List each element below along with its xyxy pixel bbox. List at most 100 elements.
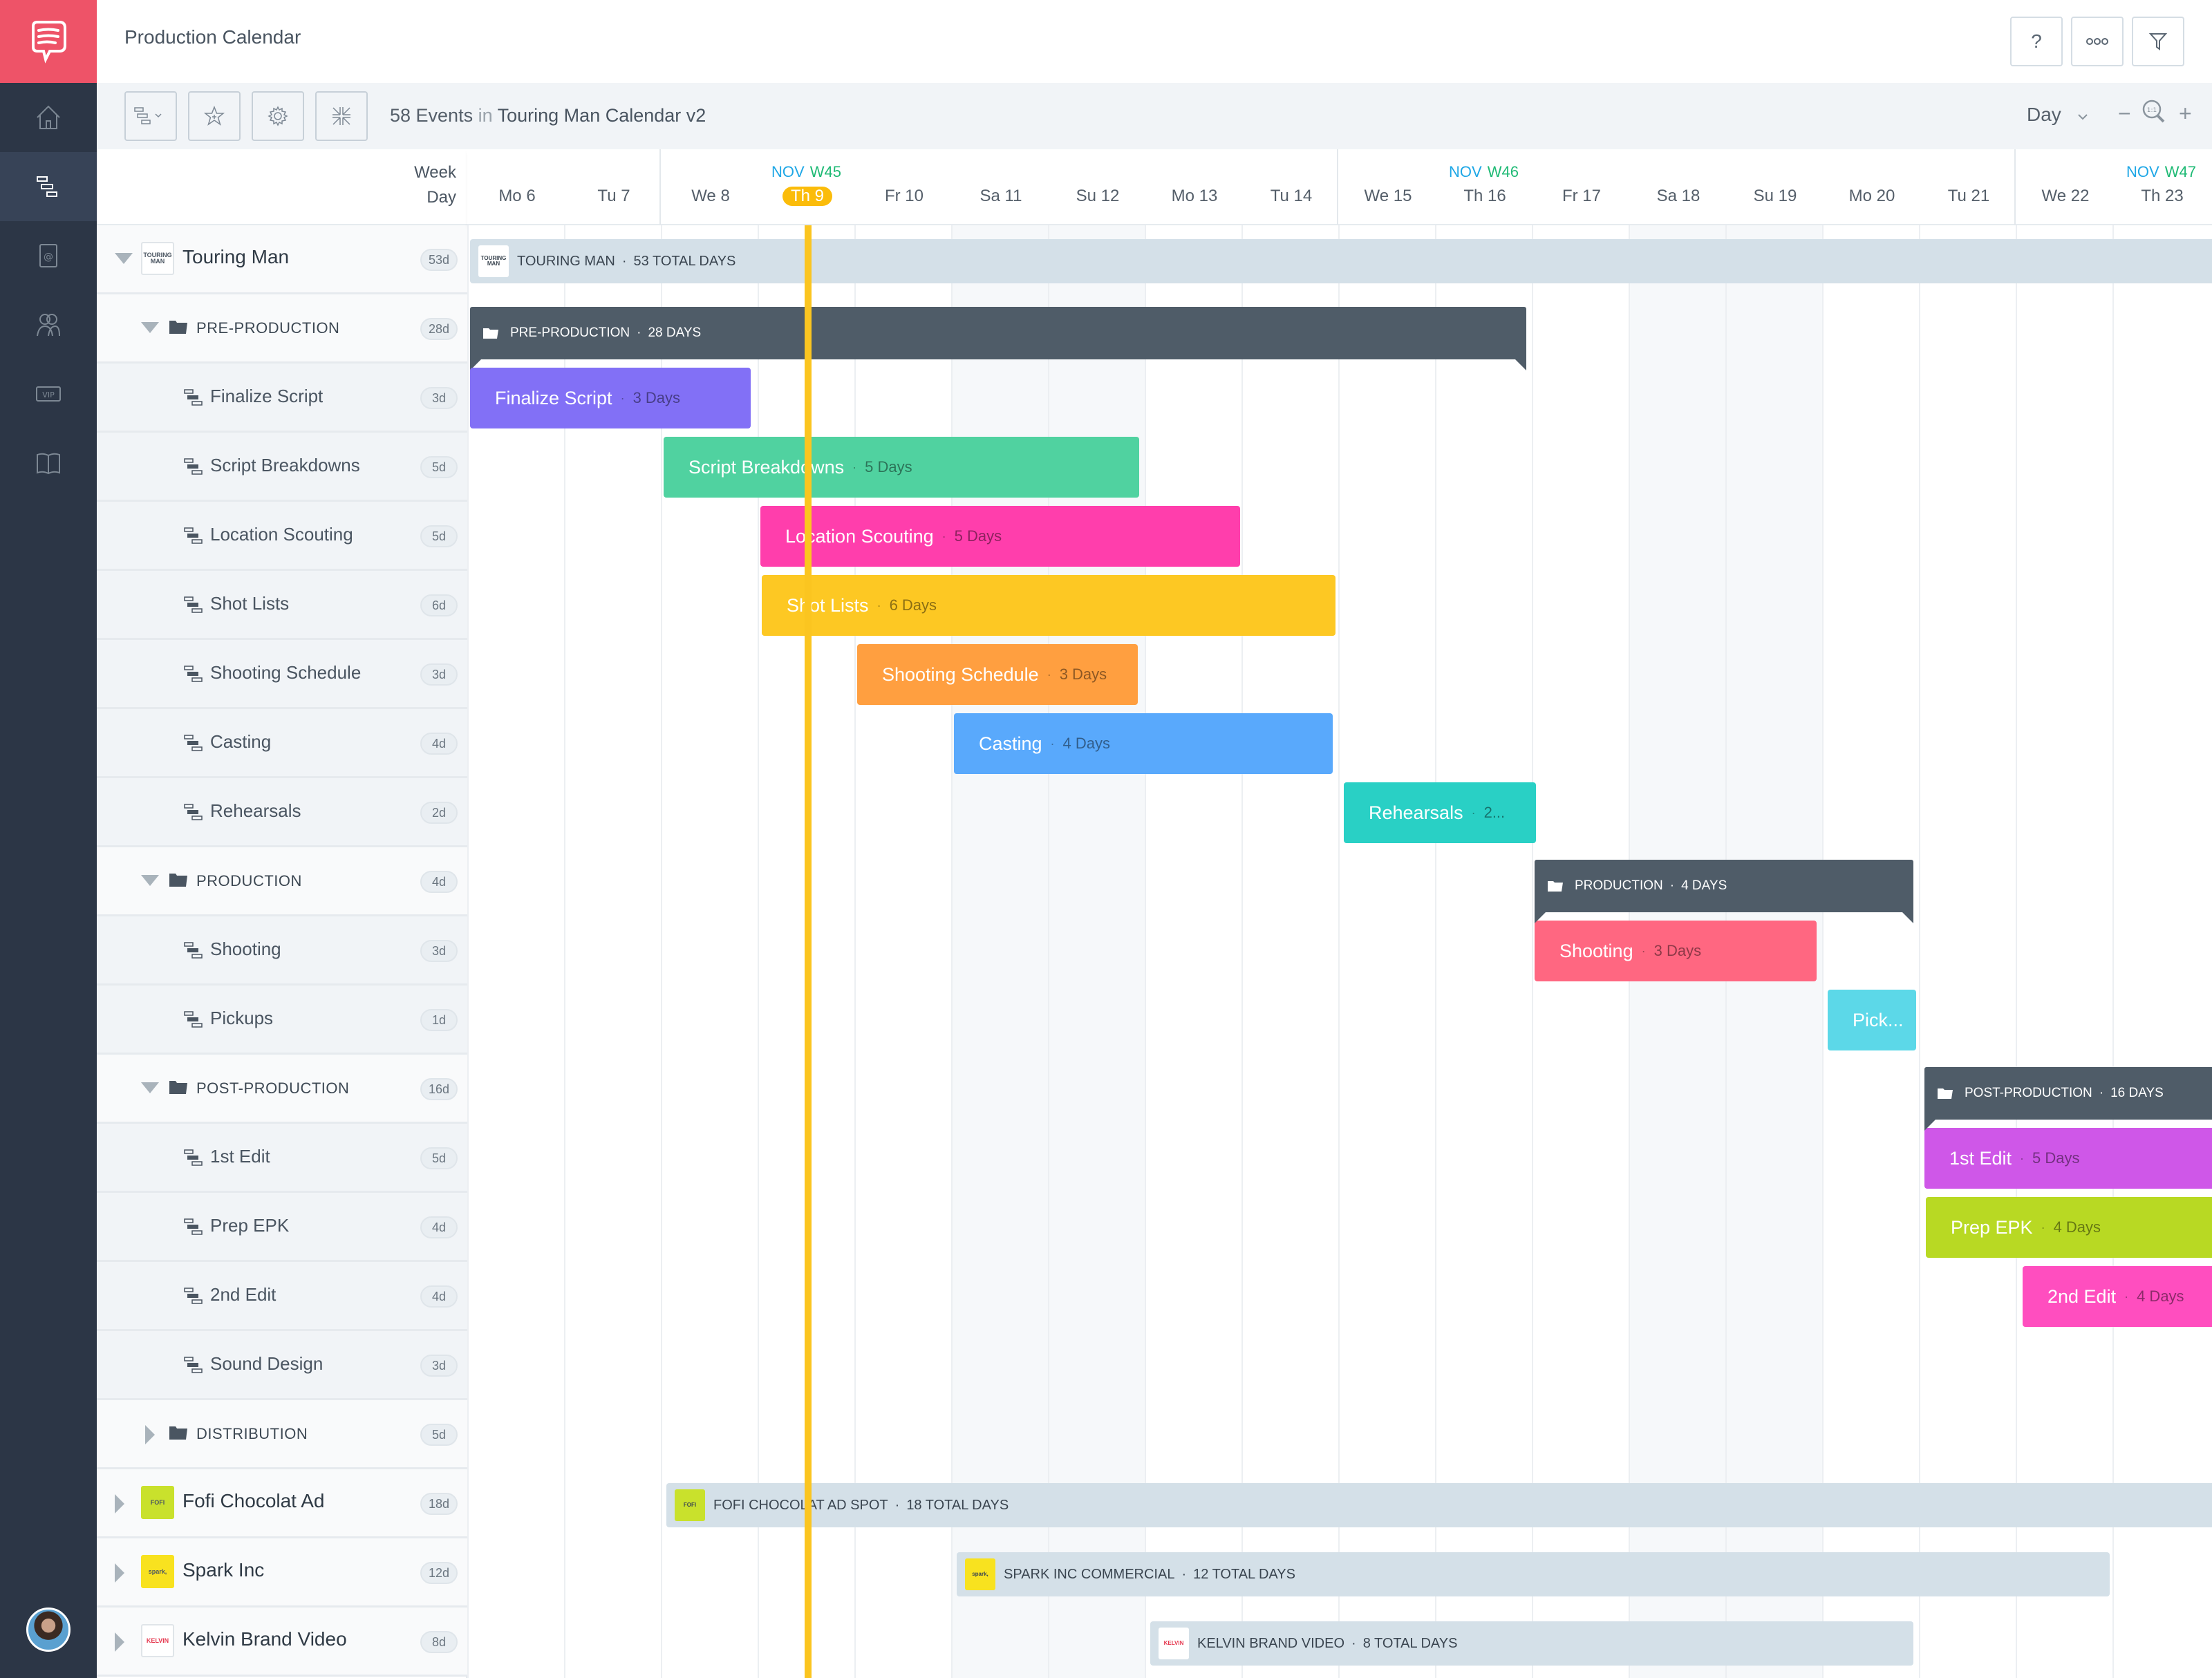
- event-tree: TOURING MAN Touring Man 53d PRE-PRODUCTION 2…: [97, 225, 467, 1678]
- zoom-reset-button[interactable]: 1:1: [2140, 98, 2168, 131]
- day-label[interactable]: Mo 6: [469, 187, 565, 206]
- group-row[interactable]: PRODUCTION 4d: [97, 847, 467, 916]
- day-label[interactable]: Su 12: [1049, 187, 1146, 206]
- project-bar-touring-man[interactable]: TOURING MAN TOURING MAN · 53 TOTAL DAYS: [470, 239, 2212, 283]
- bar-duration: 3 Days: [1059, 666, 1107, 683]
- duration-badge: 3d: [420, 1355, 458, 1377]
- day-label[interactable]: We 8: [662, 187, 759, 206]
- group-row[interactable]: DISTRIBUTION 5d: [97, 1400, 467, 1469]
- task-row[interactable]: Location Scouting 5d: [97, 502, 467, 571]
- zoom-out-button[interactable]: −: [2118, 101, 2131, 126]
- task-row[interactable]: Finalize Script 3d: [97, 364, 467, 433]
- task-bar-shooting[interactable]: Shooting · 3 Days: [1535, 921, 1817, 981]
- task-icon: [184, 389, 203, 406]
- task-bar-script-breakdowns[interactable]: Script Breakdowns · 5 Days: [664, 437, 1139, 498]
- day-label[interactable]: Mo 20: [1824, 187, 1920, 206]
- add-favorite-button[interactable]: [188, 91, 241, 141]
- project-bar-spark[interactable]: spark, SPARK INC COMMERCIAL · 12 TOTAL DAY…: [957, 1552, 2110, 1596]
- touring-man-logo: TOURING MAN: [478, 245, 509, 277]
- nav-team[interactable]: [0, 290, 97, 359]
- day-label[interactable]: Sa 18: [1630, 187, 1727, 206]
- day-label[interactable]: We 22: [2017, 187, 2114, 206]
- task-bar-rehearsals[interactable]: Rehearsals · 2...: [1344, 782, 1536, 843]
- day-label[interactable]: We 15: [1340, 187, 1436, 206]
- task-bar-shot-lists[interactable]: Shot Lists · 6 Days: [762, 575, 1335, 636]
- user-avatar[interactable]: [26, 1608, 71, 1652]
- more-options-button[interactable]: [2071, 17, 2124, 66]
- task-row[interactable]: 1st Edit 5d: [97, 1124, 467, 1193]
- day-label[interactable]: Mo 13: [1146, 187, 1243, 206]
- project-bar-kelvin[interactable]: KELVIN KELVIN BRAND VIDEO · 8 TOTAL DAYS: [1150, 1621, 1913, 1666]
- gantt-grid: TOURING MAN TOURING MAN · 53 TOTAL DAYS PRE…: [467, 225, 2212, 1678]
- expand-caret-icon[interactable]: [115, 1632, 124, 1652]
- project-row[interactable]: KELVIN Kelvin Brand Video 8d: [97, 1608, 467, 1677]
- task-bar-location-scouting[interactable]: Location Scouting · 5 Days: [760, 506, 1240, 567]
- collapse-all-button[interactable]: [315, 91, 368, 141]
- day-label[interactable]: Fr 17: [1533, 187, 1630, 206]
- task-row[interactable]: Sound Design 3d: [97, 1331, 467, 1400]
- expand-caret-icon[interactable]: [115, 1494, 124, 1514]
- chevron-down-icon: [2077, 114, 2088, 120]
- collapse-caret-icon[interactable]: [141, 1082, 159, 1093]
- task-row[interactable]: Rehearsals 2d: [97, 778, 467, 847]
- collapse-caret-icon[interactable]: [141, 875, 159, 886]
- task-row[interactable]: Casting 4d: [97, 709, 467, 778]
- project-bar-fofi[interactable]: FOFI FOFI CHOCOLAT AD SPOT · 18 TOTAL DAYS: [666, 1483, 2212, 1527]
- group-bar-production[interactable]: PRODUCTION · 4 DAYS: [1535, 860, 1913, 923]
- day-label[interactable]: Su 19: [1727, 187, 1824, 206]
- task-bar-second-edit[interactable]: 2nd Edit · 4 Days: [2023, 1266, 2212, 1327]
- group-bar-post-production[interactable]: POST-PRODUCTION · 16 DAYS: [1924, 1067, 2212, 1131]
- filter-button[interactable]: [2132, 17, 2184, 66]
- day-label[interactable]: Tu 7: [565, 187, 662, 206]
- nav-gantt[interactable]: [0, 152, 97, 221]
- view-mode-dropdown[interactable]: [124, 91, 177, 141]
- expand-caret-icon[interactable]: [115, 1563, 124, 1583]
- task-bar-first-edit[interactable]: 1st Edit · 5 Days: [1924, 1128, 2212, 1189]
- task-bar-shooting-schedule[interactable]: Shooting Schedule · 3 Days: [857, 644, 1138, 705]
- task-row[interactable]: Shooting Schedule 3d: [97, 640, 467, 709]
- duration-badge: 3d: [420, 387, 458, 409]
- nav-contacts[interactable]: @: [0, 221, 97, 290]
- nav-home[interactable]: [0, 83, 97, 152]
- day-label[interactable]: Sa 11: [953, 187, 1049, 206]
- task-row[interactable]: Shot Lists 6d: [97, 571, 467, 640]
- timescale-select[interactable]: Day: [2027, 104, 2089, 126]
- task-row[interactable]: Prep EPK 4d: [97, 1193, 467, 1262]
- collapse-caret-icon[interactable]: [141, 322, 159, 333]
- task-row[interactable]: Script Breakdowns 5d: [97, 433, 467, 502]
- day-label-text: Th 16: [1463, 187, 1506, 205]
- task-bar-pickups[interactable]: Pick...: [1828, 990, 1916, 1050]
- task-row[interactable]: Pickups 1d: [97, 986, 467, 1055]
- day-label[interactable]: Tu 14: [1243, 187, 1340, 206]
- project-row[interactable]: FOFI Fofi Chocolat Ad 18d: [97, 1469, 467, 1538]
- day-label[interactable]: Fr 10: [856, 187, 953, 206]
- group-row[interactable]: PRE-PRODUCTION 28d: [97, 294, 467, 364]
- group-bar-pre-production[interactable]: PRE-PRODUCTION · 28 DAYS: [470, 307, 1526, 370]
- collapse-caret-icon[interactable]: [115, 253, 133, 264]
- task-row[interactable]: 2nd Edit 4d: [97, 1262, 467, 1331]
- task-label: Script Breakdowns: [210, 455, 360, 475]
- day-column: [1822, 225, 1919, 1678]
- day-label[interactable]: Th 23: [2114, 187, 2211, 206]
- project-row[interactable]: spark, Spark Inc 12d: [97, 1538, 467, 1608]
- zoom-in-button[interactable]: +: [2179, 101, 2192, 126]
- day-label[interactable]: Th 16: [1436, 187, 1533, 206]
- team-icon: [37, 314, 60, 337]
- task-row[interactable]: Shooting 3d: [97, 916, 467, 986]
- svg-text:@: @: [44, 252, 53, 263]
- nav-library[interactable]: [0, 428, 97, 498]
- project-row[interactable]: TOURING MAN Touring Man 53d: [97, 225, 467, 294]
- help-button[interactable]: ?: [2010, 17, 2063, 66]
- day-label[interactable]: Tu 21: [1920, 187, 2017, 206]
- task-icon: [184, 1357, 203, 1373]
- task-bar-casting[interactable]: Casting · 4 Days: [954, 713, 1333, 774]
- task-bar-prep-epk[interactable]: Prep EPK · 4 Days: [1926, 1197, 2212, 1258]
- group-row[interactable]: POST-PRODUCTION 16d: [97, 1055, 467, 1124]
- day-label-today[interactable]: Th 9: [759, 187, 856, 206]
- task-bar-finalize-script[interactable]: Finalize Script · 3 Days: [470, 368, 751, 428]
- expand-caret-icon[interactable]: [145, 1425, 155, 1444]
- app-logo[interactable]: [0, 0, 97, 83]
- settings-button[interactable]: [252, 91, 304, 141]
- nav-vip[interactable]: VIP: [0, 359, 97, 428]
- task-icon: [184, 596, 203, 613]
